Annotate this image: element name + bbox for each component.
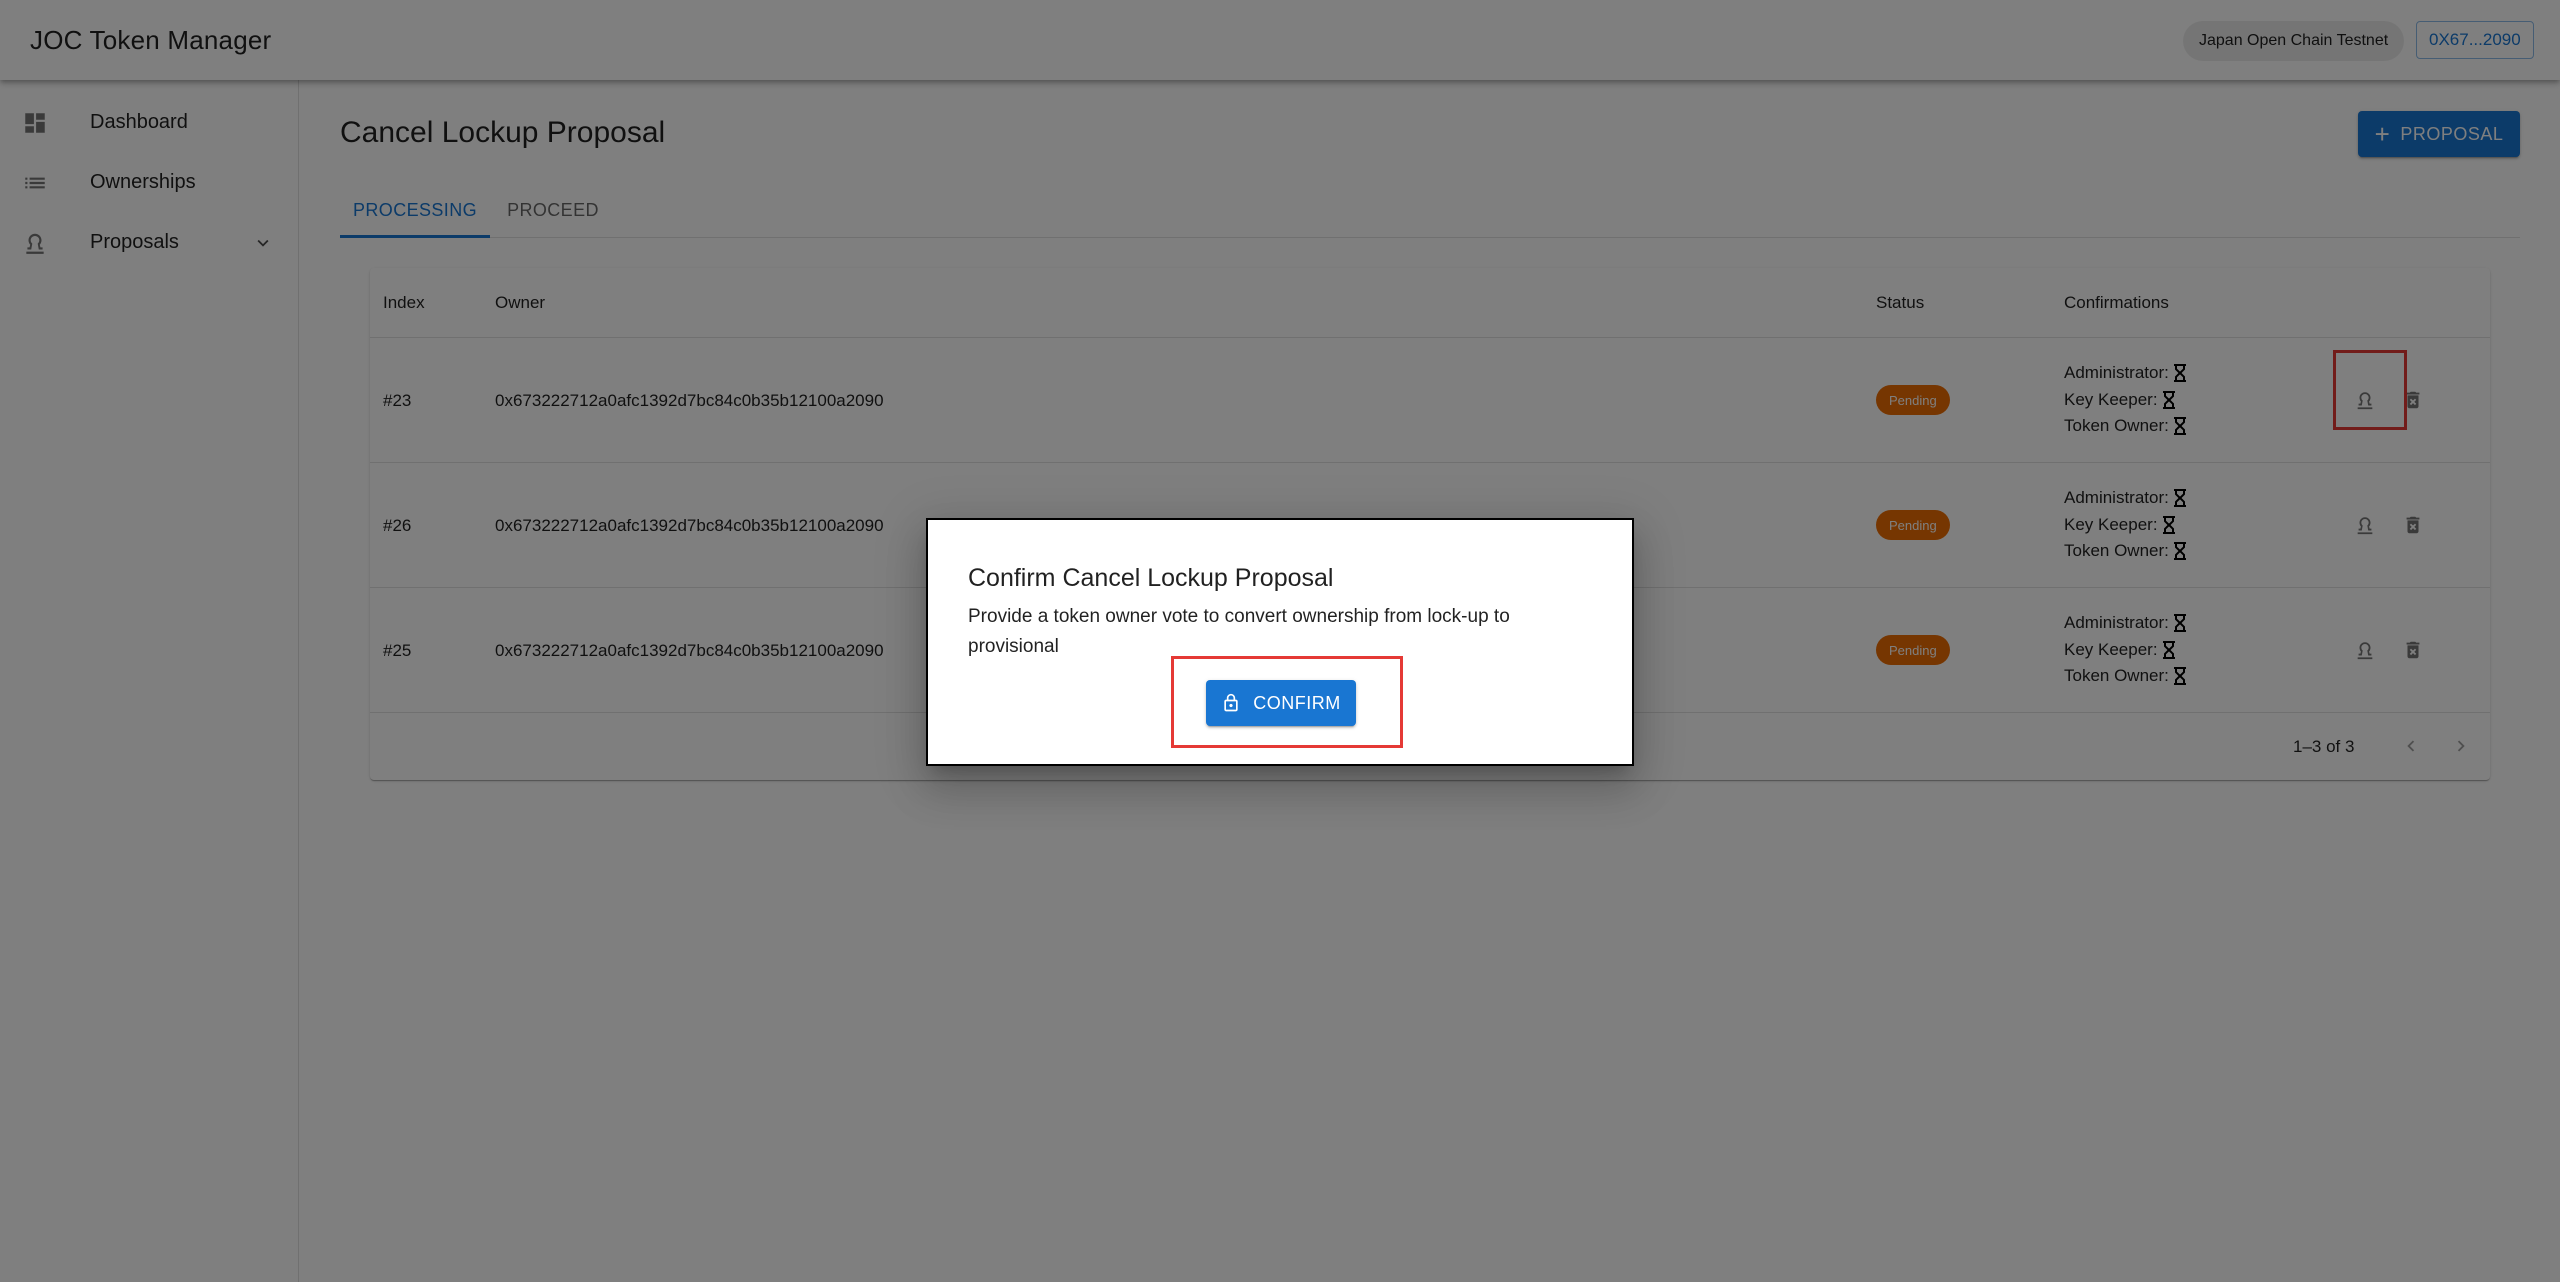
highlight-box [1171,656,1403,748]
dialog-text: Provide a token owner vote to convert ow… [968,606,1510,657]
dialog-title: Confirm Cancel Lockup Proposal [968,564,1334,592]
confirm-dialog: Confirm Cancel Lockup Proposal Provide a… [926,518,1634,766]
